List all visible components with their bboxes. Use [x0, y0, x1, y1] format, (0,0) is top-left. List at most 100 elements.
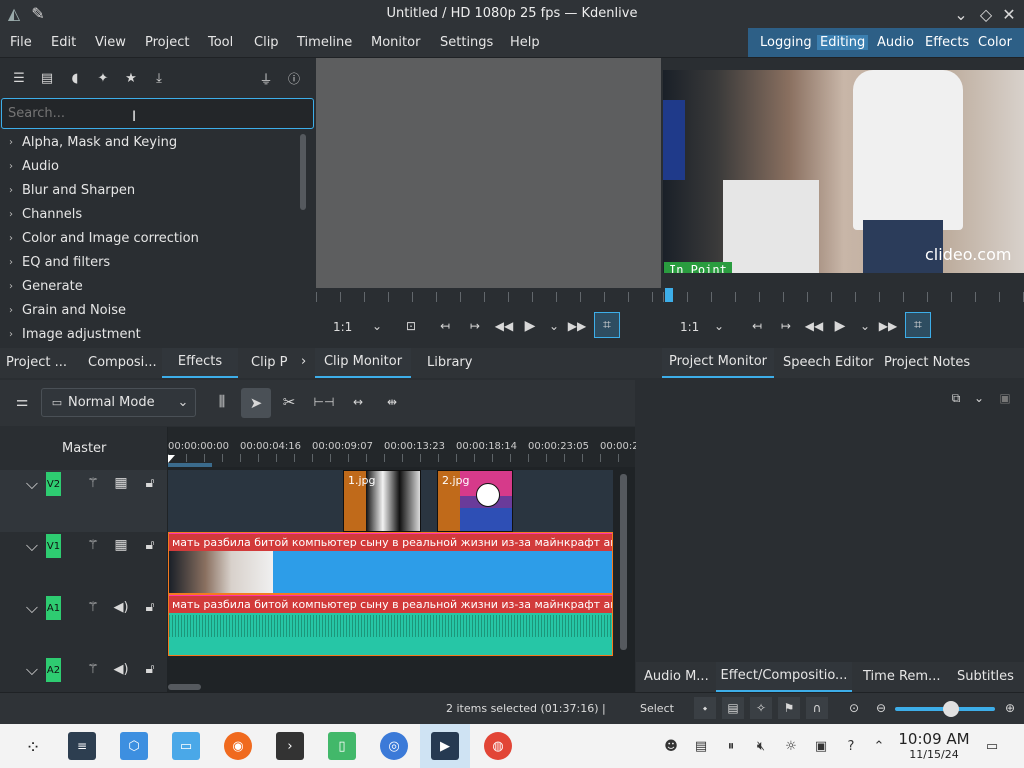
timeline-vertical-scrollbar[interactable]	[620, 474, 627, 650]
zoom-out-icon[interactable]: ⊖	[872, 699, 890, 717]
tab-project-bin[interactable]: Project ...	[6, 355, 67, 370]
audio-effects-icon[interactable]: ◖	[66, 69, 84, 87]
tab-scroll-right-icon[interactable]: ›	[301, 354, 306, 369]
minimize-icon[interactable]: ⌄	[952, 5, 970, 24]
thumbnail-icon[interactable]: ▤	[722, 697, 744, 719]
menu-help[interactable]: Help	[510, 35, 540, 50]
info-icon[interactable]: ⓘ	[285, 69, 303, 87]
tab-compositions[interactable]: Composi...	[88, 355, 157, 370]
system-settings-icon[interactable]: ≡	[68, 732, 96, 760]
help-icon[interactable]: ?	[841, 737, 861, 755]
clock-date[interactable]: 11/15/24	[896, 748, 972, 761]
kdenlive-taskbar-icon[interactable]: ▶	[431, 732, 459, 760]
clip-zoom-value[interactable]: 1:1	[333, 320, 352, 334]
menu-view[interactable]: View	[95, 35, 126, 50]
effects-search-input[interactable]	[1, 98, 314, 129]
layout-editing[interactable]: Editing	[817, 35, 869, 50]
film-icon[interactable]: ▦	[112, 536, 130, 554]
fast-forward-icon[interactable]: ▶▶	[879, 318, 897, 334]
razor-tool-icon[interactable]: ✂	[279, 392, 299, 412]
fullscreen-icon[interactable]: ⊡	[403, 318, 419, 334]
category-image-adjustment[interactable]: › Image adjustment	[0, 322, 295, 346]
show-desktop-icon[interactable]: ▭	[982, 737, 1002, 755]
collapse-chevron-icon[interactable]: ⌵	[22, 474, 42, 493]
track-settings-icon[interactable]: ⚌	[12, 393, 32, 411]
lock-icon[interactable]: 🔓︎	[141, 536, 159, 554]
effect-mode-icon[interactable]: ⫼	[212, 392, 232, 412]
menu-timeline[interactable]: Timeline	[297, 35, 352, 50]
set-in-point-icon[interactable]: ↤	[437, 318, 453, 334]
download-icon[interactable]: ⤓	[150, 69, 168, 87]
tab-project-monitor[interactable]: Project Monitor	[662, 348, 774, 378]
menu-settings[interactable]: Settings	[440, 35, 493, 50]
tab-project-notes[interactable]: Project Notes	[884, 355, 970, 370]
tray-expand-icon[interactable]: ⌃	[869, 737, 889, 755]
lock-icon[interactable]: 🔓︎	[141, 598, 159, 616]
menu-clip[interactable]: Clip	[254, 35, 279, 50]
clock-time[interactable]: 10:09 AM	[896, 730, 972, 748]
favorites-icon[interactable]: ★	[122, 69, 140, 87]
storage-icon[interactable]: ▣	[811, 737, 831, 755]
track-header-v2[interactable]: ⌵ V2 ⚚ ▦ 🔓︎	[0, 470, 167, 532]
category-channels[interactable]: › Channels	[0, 202, 295, 226]
selection-tool-icon[interactable]: ➤	[241, 388, 271, 418]
markers-icon[interactable]: ⚑	[778, 697, 800, 719]
tab-audio-mixer[interactable]: Audio M...	[644, 669, 709, 684]
discover-icon[interactable]: ⬡	[120, 732, 148, 760]
fast-forward-icon[interactable]: ▶▶	[568, 318, 586, 334]
master-label[interactable]: Master	[62, 441, 106, 456]
tab-speech-editor[interactable]: Speech Editor	[783, 355, 874, 370]
category-eq-filters[interactable]: › EQ and filters	[0, 250, 295, 274]
track-header-v1[interactable]: ⌵ V1 ⚚ ▦ 🔓︎	[0, 532, 167, 594]
effects-wand-icon[interactable]: ⚚	[84, 660, 102, 678]
effects-wand-icon[interactable]: ⚚	[84, 598, 102, 616]
category-grain-noise[interactable]: › Grain and Noise	[0, 298, 295, 322]
menu-tool[interactable]: Tool	[208, 35, 233, 50]
layout-effects[interactable]: Effects	[925, 35, 969, 50]
project-monitor-ruler[interactable]	[663, 288, 1024, 304]
category-alpha-mask-keying[interactable]: › Alpha, Mask and Keying	[0, 130, 295, 154]
rewind-icon[interactable]: ◀◀	[495, 318, 513, 334]
zoom-fit-icon[interactable]: ⊙	[845, 699, 863, 717]
menu-monitor[interactable]: Monitor	[371, 35, 420, 50]
crop-icon[interactable]: ⌗	[594, 312, 620, 338]
effects-scrollbar[interactable]	[300, 134, 306, 210]
ripple-tool-icon[interactable]: ↔	[348, 392, 368, 412]
collapse-chevron-icon[interactable]: ⌵	[22, 660, 42, 679]
menu-file[interactable]: File	[10, 35, 32, 50]
custom-effects-icon[interactable]: ✦	[94, 69, 112, 87]
playhead-marker[interactable]	[665, 288, 673, 302]
tab-clip-monitor[interactable]: Clip Monitor	[315, 348, 411, 378]
snap-icon[interactable]: ∩	[806, 697, 828, 719]
spacer-tool-icon[interactable]: ⊢⊣	[314, 392, 335, 412]
list-icon[interactable]: ☰	[10, 69, 28, 87]
play-icon[interactable]: ▶	[832, 317, 848, 335]
volume-muted-icon[interactable]: 🔇︎	[751, 737, 771, 755]
timeline-horizontal-scrollbar[interactable]	[168, 684, 201, 690]
layout-color[interactable]: Color	[978, 35, 1012, 50]
category-blur-sharpen[interactable]: › Blur and Sharpen	[0, 178, 295, 202]
libreoffice-icon[interactable]: ▯	[328, 732, 356, 760]
tab-library[interactable]: Library	[427, 355, 472, 370]
tab-subtitles[interactable]: Subtitles	[957, 669, 1014, 684]
lock-icon[interactable]: 🔓︎	[141, 474, 159, 492]
chevron-down-icon[interactable]: ⌄	[547, 318, 561, 334]
video-clip[interactable]: мать разбила битой компьютер сыну в реал…	[168, 532, 613, 594]
tab-effect-composition[interactable]: Effect/Compositio...	[716, 662, 852, 692]
track-header-a1[interactable]: ⌵ A1 ⚚ ◀) 🔓︎	[0, 594, 167, 656]
timeline-ruler[interactable]: 00:00:00:00 00:00:04:16 00:00:09:07 00:0…	[168, 427, 639, 467]
chevron-down-icon[interactable]: ⌄	[972, 390, 986, 406]
save-stack-icon[interactable]: ▣	[996, 390, 1014, 406]
category-color-image-correction[interactable]: › Color and Image correction	[0, 226, 295, 250]
layout-audio[interactable]: Audio	[877, 35, 914, 50]
set-in-point-icon[interactable]: ↤	[749, 318, 765, 334]
edit-mode-select[interactable]: ▭ Normal Mode ⌄	[41, 388, 196, 417]
audio-clip[interactable]: мать разбила битой компьютер сыну в реал…	[168, 594, 613, 656]
image-clip-2[interactable]: 2.jpg	[437, 470, 513, 532]
effects-wand-icon[interactable]: ⚚	[84, 474, 102, 492]
crop-icon[interactable]: ⌗	[905, 312, 931, 338]
image-clip-1[interactable]: 1.jpg	[343, 470, 421, 532]
discord-icon[interactable]: ☻	[661, 737, 681, 755]
tab-clip-properties[interactable]: Clip P	[251, 355, 288, 370]
film-icon[interactable]: ▦	[112, 474, 130, 492]
